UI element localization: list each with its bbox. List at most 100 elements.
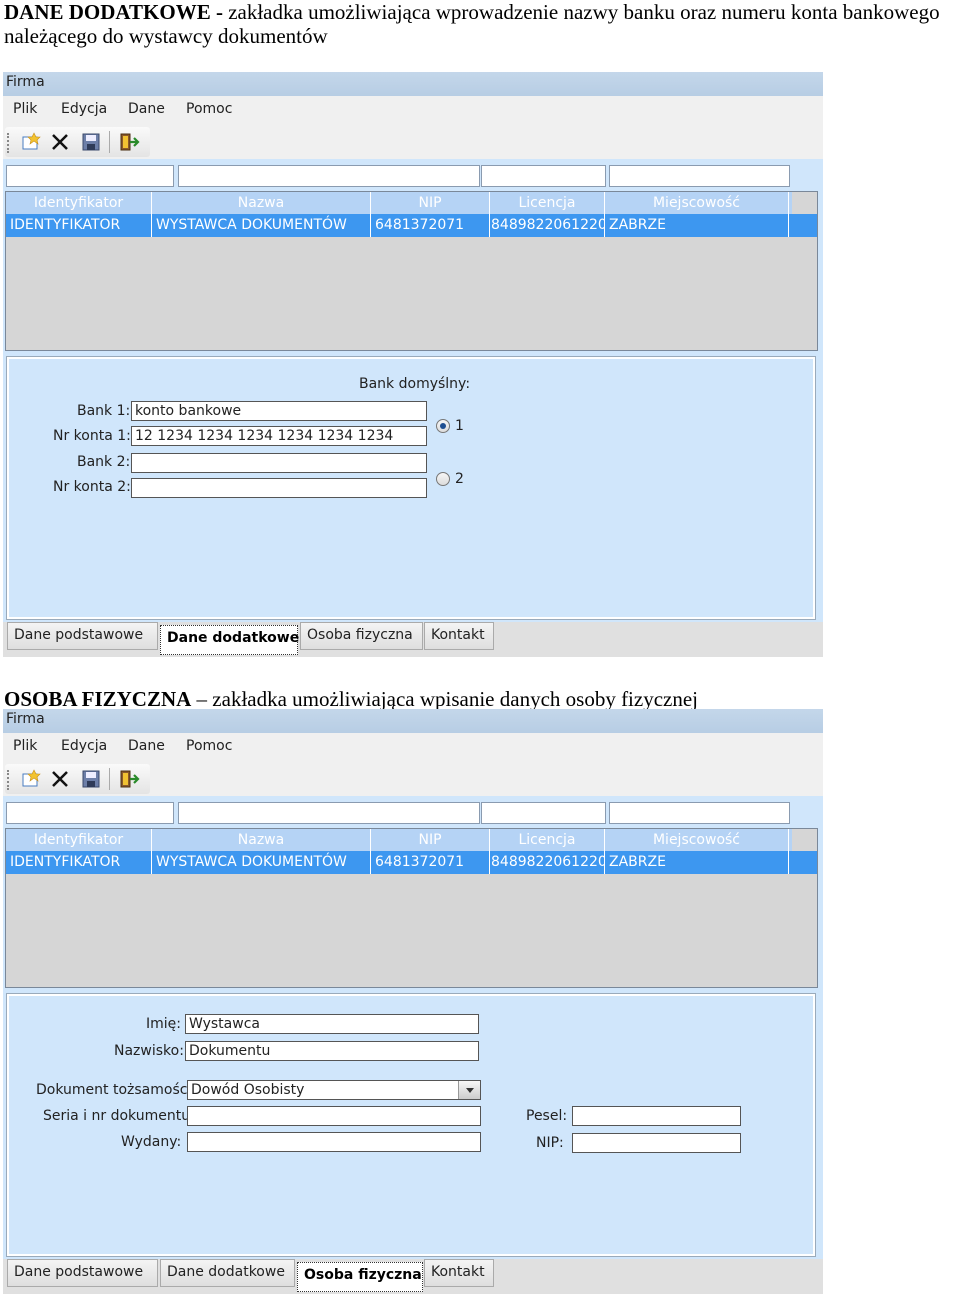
col-nazwa[interactable]: Nazwa: [152, 192, 371, 214]
company-grid: Identyfikator Nazwa NIP Licencja Miejsco…: [5, 191, 818, 351]
table-row[interactable]: IDENTYFIKATOR WYSTAWCA DOKUMENTÓW 648137…: [6, 851, 817, 874]
grid-header: Identyfikator Nazwa NIP Licencja Miejsco…: [6, 192, 792, 214]
doc-number-label: Seria i nr dokumentu:: [43, 1108, 195, 1124]
id-doc-select[interactable]: Dowód Osobisty: [187, 1080, 481, 1100]
section1-heading: DANE DODATKOWE - zakładka umożliwiająca …: [4, 0, 940, 24]
chevron-down-icon[interactable]: [458, 1081, 480, 1099]
filter-nip[interactable]: [481, 165, 606, 187]
nip-label: NIP:: [536, 1135, 564, 1151]
tab-dane-dodatkowe[interactable]: Dane dodatkowe: [160, 1259, 295, 1287]
filter-nip[interactable]: [481, 802, 606, 824]
nip-field[interactable]: [572, 1133, 741, 1153]
filter-nazwa[interactable]: [178, 802, 480, 824]
toolbar-grip[interactable]: [7, 133, 10, 153]
col-miejscowosc[interactable]: Miejscowość: [605, 829, 789, 851]
doc-number-field[interactable]: [187, 1106, 481, 1126]
id-doc-label: Dokument tożsamości:: [36, 1082, 197, 1098]
account1-label: Nr konta 1:: [53, 428, 131, 444]
company-grid: Identyfikator Nazwa NIP Licencja Miejsco…: [5, 828, 818, 988]
bank2-field[interactable]: [131, 453, 427, 473]
col-miejscowosc[interactable]: Miejscowość: [605, 192, 789, 214]
first-name-field[interactable]: Wystawca: [185, 1014, 479, 1034]
tab-dane-dodatkowe[interactable]: Dane dodatkowe: [160, 625, 299, 655]
filter-licencja[interactable]: [609, 165, 790, 187]
section2-heading-bold: OSOBA FIZYCZNA: [4, 687, 192, 711]
grid-header: Identyfikator Nazwa NIP Licencja Miejsco…: [6, 829, 792, 851]
firma-window-person: Firma Plik Edycja Dane Pomoc Identyfikat…: [3, 709, 823, 1294]
section1-heading-rest: zakładka umożliwiająca wprowadzenie nazw…: [228, 0, 940, 24]
new-icon[interactable]: [20, 768, 42, 790]
cell-licencja: 8489822061220: [490, 214, 605, 237]
col-nazwa[interactable]: Nazwa: [152, 829, 371, 851]
tab-osoba-fizyczna[interactable]: Osoba fizyczna: [297, 1262, 423, 1292]
delete-icon[interactable]: [49, 131, 71, 153]
tab-bar: Dane podstawowe Dane dodatkowe Osoba fiz…: [3, 1259, 823, 1294]
tab-kontakt[interactable]: Kontakt: [424, 622, 494, 650]
filter-nazwa[interactable]: [178, 165, 480, 187]
col-licencja[interactable]: Licencja: [490, 192, 605, 214]
menu-edycja[interactable]: Edycja: [61, 738, 107, 754]
issued-label: Wydany:: [121, 1134, 182, 1150]
menu-plik[interactable]: Plik: [13, 738, 37, 754]
col-identyfikator[interactable]: Identyfikator: [6, 192, 152, 214]
toolbar-grip[interactable]: [7, 770, 10, 790]
account1-field[interactable]: 12 1234 1234 1234 1234 1234 1234: [131, 426, 427, 446]
firma-window-bank: Firma Plik Edycja Dane Pomoc Identyfikat…: [3, 72, 823, 657]
col-nip[interactable]: NIP: [371, 192, 490, 214]
table-row[interactable]: IDENTYFIKATOR WYSTAWCA DOKUMENTÓW 648137…: [6, 214, 817, 237]
account2-field[interactable]: [131, 478, 427, 498]
default-bank-radio-2[interactable]: [436, 472, 450, 486]
exit-icon[interactable]: [118, 768, 140, 790]
default-bank-radio-1[interactable]: [436, 419, 450, 433]
menu-pomoc[interactable]: Pomoc: [186, 738, 232, 754]
pesel-field[interactable]: [572, 1106, 741, 1126]
menu-plik[interactable]: Plik: [13, 101, 37, 117]
cell-nazwa: WYSTAWCA DOKUMENTÓW: [152, 214, 371, 237]
toolbar-separator: [109, 768, 110, 790]
radio1-label: 1: [455, 418, 464, 434]
tab-kontakt[interactable]: Kontakt: [424, 1259, 494, 1287]
section1-heading-bold: DANE DODATKOWE -: [4, 0, 229, 24]
menu-pomoc[interactable]: Pomoc: [186, 101, 232, 117]
window-title: Firma: [3, 72, 823, 96]
filter-identyfikator[interactable]: [6, 165, 174, 187]
cell-identyfikator: IDENTYFIKATOR: [6, 214, 152, 237]
tab-dane-podstawowe[interactable]: Dane podstawowe: [7, 1259, 158, 1287]
exit-icon[interactable]: [118, 131, 140, 153]
menu-dane[interactable]: Dane: [128, 738, 165, 754]
bank2-label: Bank 2:: [77, 454, 131, 470]
section2-heading: OSOBA FIZYCZNA – zakładka umożliwiająca …: [4, 687, 698, 711]
pesel-label: Pesel:: [526, 1108, 568, 1124]
col-licencja[interactable]: Licencja: [490, 829, 605, 851]
cell-miejscowosc: ZABRZE: [605, 214, 789, 237]
new-icon[interactable]: [20, 131, 42, 153]
issued-field[interactable]: [187, 1132, 481, 1152]
toolbar: [3, 761, 823, 796]
menu-dane[interactable]: Dane: [128, 101, 165, 117]
save-icon[interactable]: [80, 131, 102, 153]
account2-label: Nr konta 2:: [53, 479, 131, 495]
toolbar-separator: [109, 131, 110, 153]
menu-edycja[interactable]: Edycja: [61, 101, 107, 117]
cell-miejscowosc: ZABRZE: [605, 851, 789, 874]
bank1-field[interactable]: konto bankowe: [131, 401, 427, 421]
cell-licencja: 8489822061220: [490, 851, 605, 874]
radio2-label: 2: [455, 471, 464, 487]
cell-identyfikator: IDENTYFIKATOR: [6, 851, 152, 874]
filter-licencja[interactable]: [609, 802, 790, 824]
default-bank-label: Bank domyślny:: [359, 376, 471, 392]
delete-icon[interactable]: [49, 768, 71, 790]
last-name-label: Nazwisko:: [114, 1043, 184, 1059]
col-identyfikator[interactable]: Identyfikator: [6, 829, 152, 851]
col-nip[interactable]: NIP: [371, 829, 490, 851]
cell-nip: 6481372071: [371, 214, 490, 237]
save-icon[interactable]: [80, 768, 102, 790]
bank1-label: Bank 1:: [77, 403, 131, 419]
tab-dane-podstawowe[interactable]: Dane podstawowe: [7, 622, 158, 650]
last-name-field[interactable]: Dokumentu: [185, 1041, 479, 1061]
filter-identyfikator[interactable]: [6, 802, 174, 824]
toolbar-strip: [5, 764, 150, 794]
menu-bar: Plik Edycja Dane Pomoc: [3, 733, 823, 761]
cell-nazwa: WYSTAWCA DOKUMENTÓW: [152, 851, 371, 874]
tab-osoba-fizyczna[interactable]: Osoba fizyczna: [300, 622, 423, 650]
